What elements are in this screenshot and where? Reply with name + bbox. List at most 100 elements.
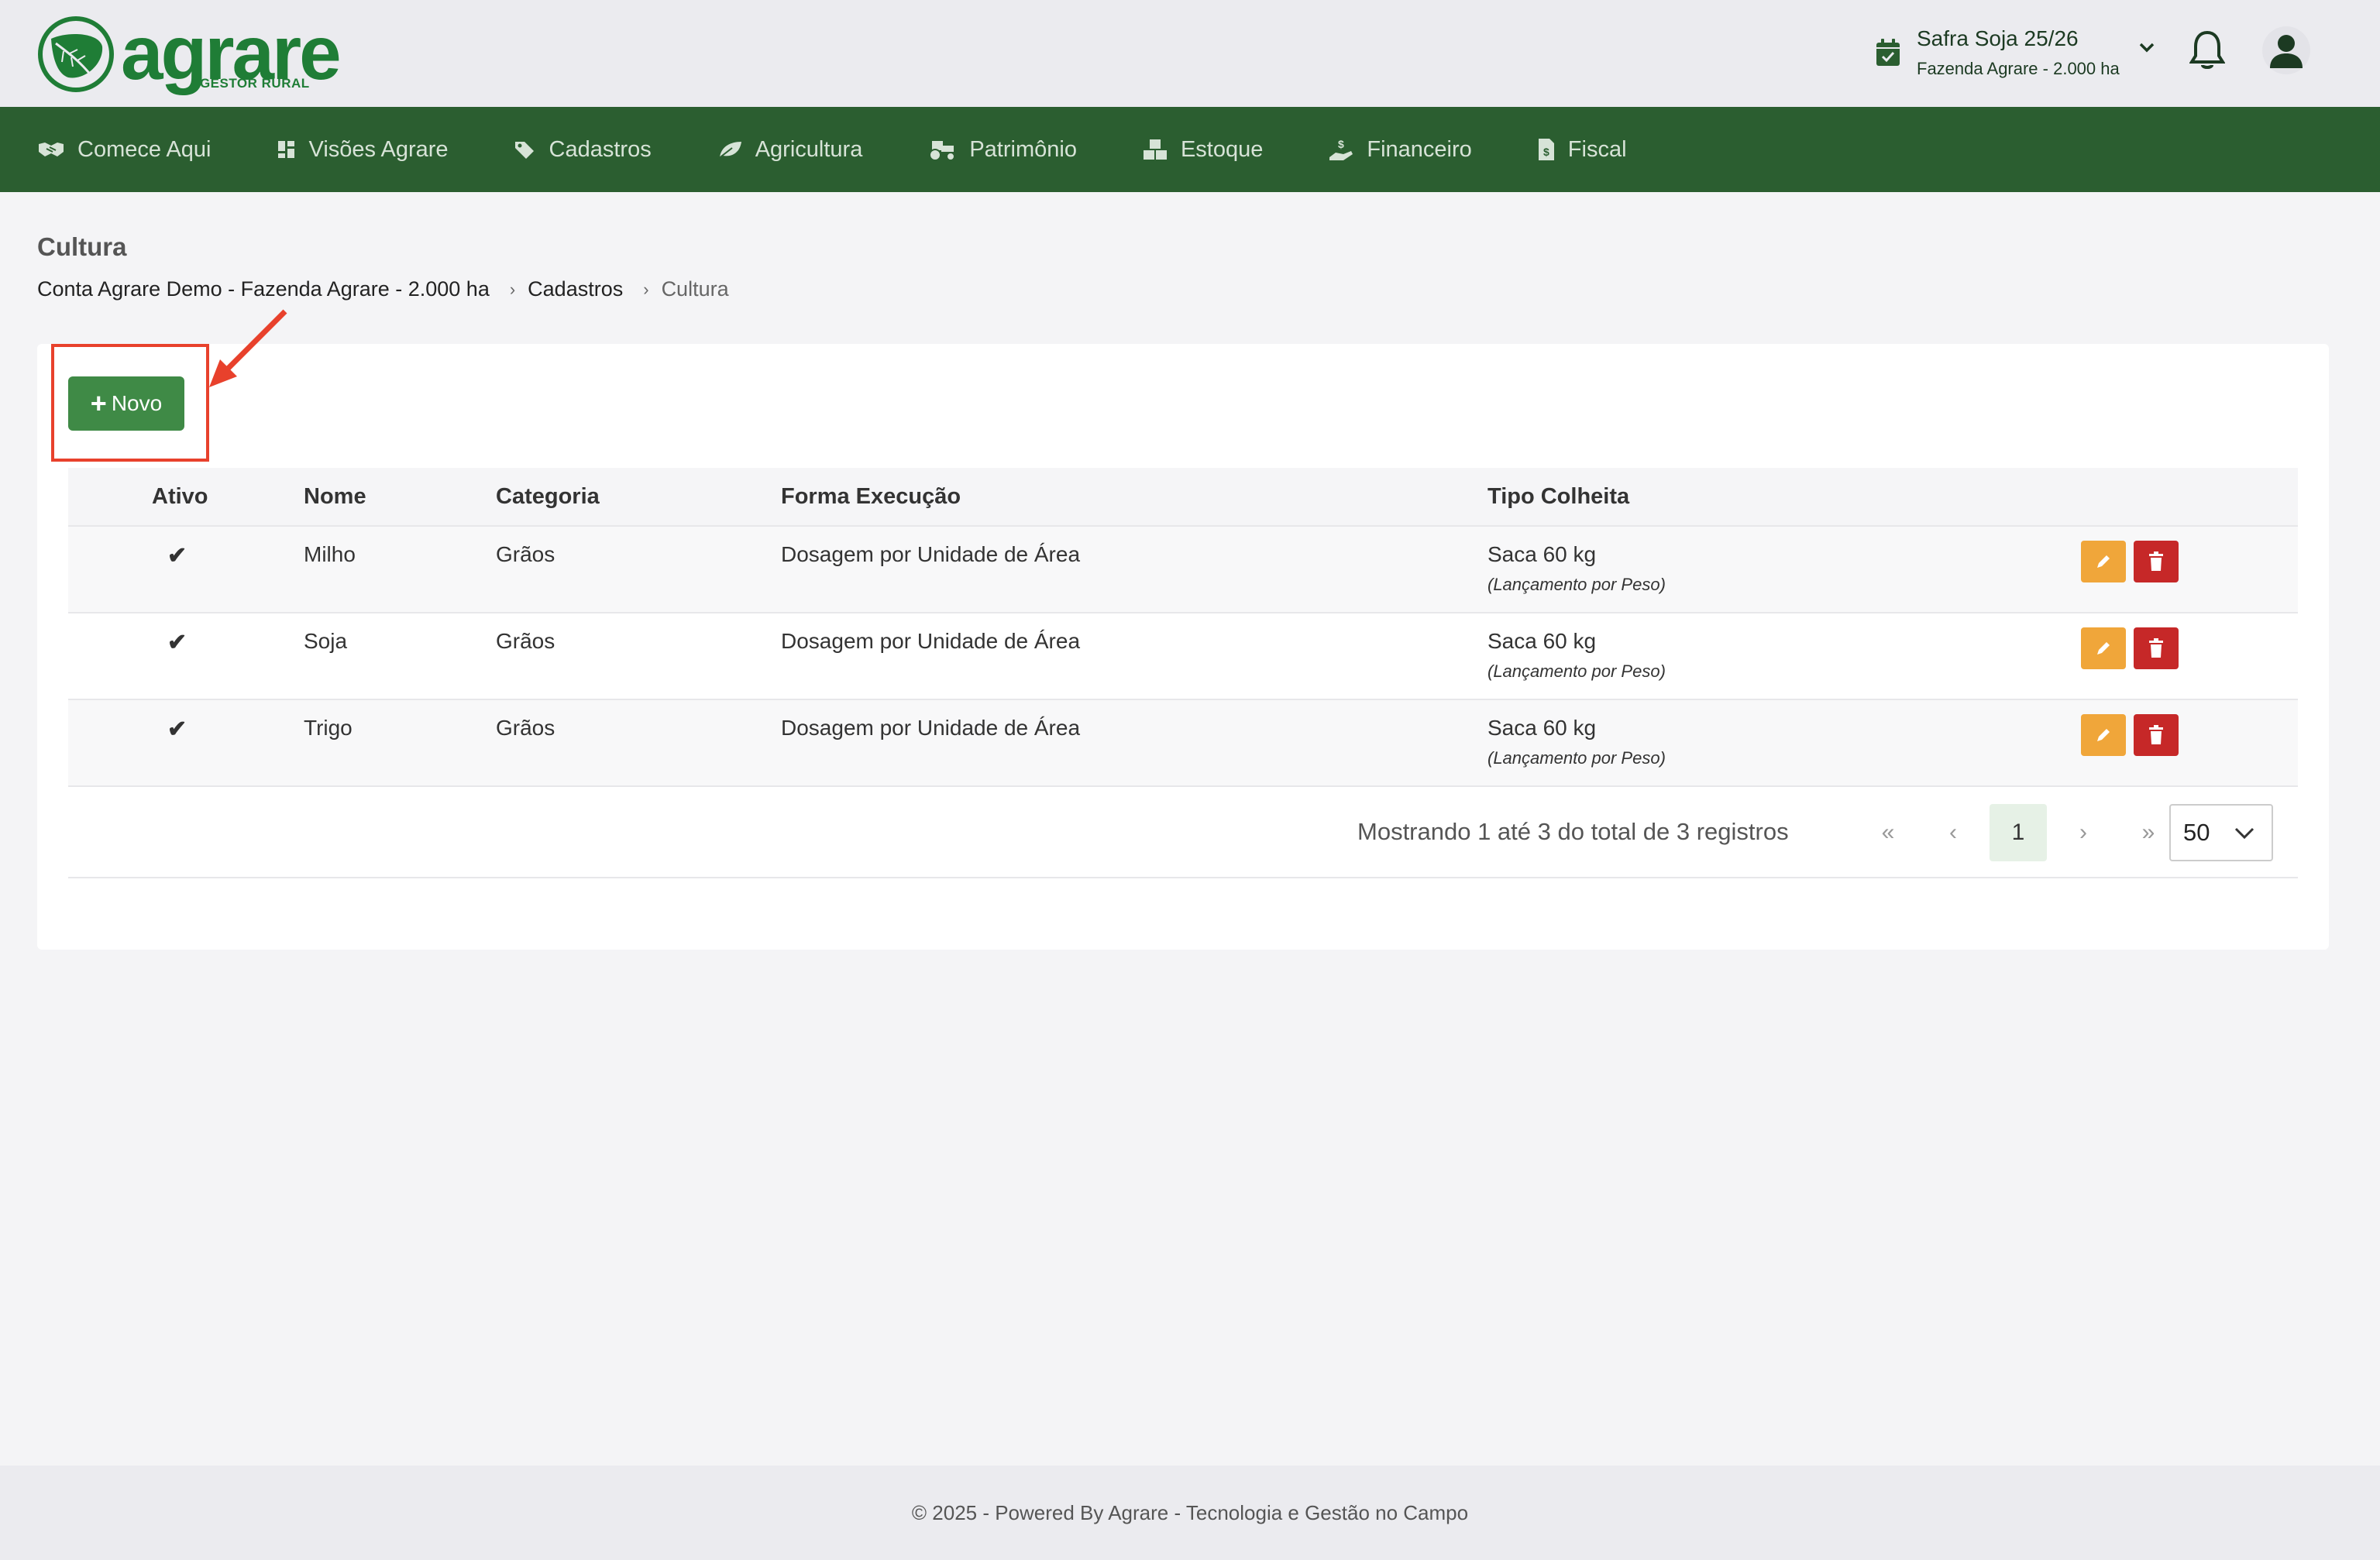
breadcrumb-account[interactable]: Conta Agrare Demo - Fazenda Agrare - 2.0… [37, 277, 490, 301]
user-icon [2270, 35, 2303, 68]
table-row: ✔ Milho Grãos Dosagem por Unidade de Áre… [68, 527, 2298, 613]
trash-icon [2149, 551, 2163, 571]
cell-tipo-colheita-sub: (Lançamento por Peso) [1488, 661, 1666, 681]
pencil-icon [2097, 729, 2110, 741]
page-button-current[interactable]: 1 [1990, 804, 2047, 861]
chevron-right-icon: › [509, 279, 516, 299]
nav-label: Financeiro [1367, 136, 1472, 162]
hand-money-icon: $ [1329, 138, 1353, 160]
safra-title: Safra Soja 25/26 [1917, 26, 2079, 50]
nav-label: Agricultura [755, 136, 863, 162]
notification-bell-icon[interactable] [2189, 29, 2225, 71]
svg-text:$: $ [1338, 138, 1344, 150]
boxes-icon [1143, 139, 1167, 160]
cell-categoria: Grãos [496, 542, 555, 566]
tractor-icon [929, 141, 956, 161]
cell-nome: Soja [304, 629, 348, 653]
cell-tipo-colheita: Saca 60 kg [1488, 542, 1597, 566]
chevron-down-icon [2139, 43, 2154, 53]
cell-forma-execucao: Dosagem por Unidade de Área [781, 542, 1081, 566]
cell-tipo-colheita: Saca 60 kg [1488, 716, 1597, 740]
edit-button[interactable] [2081, 541, 2126, 582]
nav-label: Patrimônio [969, 136, 1077, 162]
column-header-forma-execucao[interactable]: Forma Execução [781, 484, 961, 510]
check-icon: ✔ [167, 716, 187, 742]
nav-label: Estoque [1180, 136, 1264, 162]
logo-wordmark: agrare GESTOR RURAL [121, 15, 342, 93]
calendar-check-icon [1876, 39, 1900, 66]
cell-nome: Milho [304, 542, 356, 566]
nav-label: Cadastros [549, 136, 652, 162]
nav-item-fiscal[interactable]: $ Fiscal [1537, 137, 1627, 163]
next-page-button[interactable]: › [2055, 804, 2112, 861]
main-nav: Comece Aqui Visões Agrare Cadastros Agri… [0, 107, 2380, 192]
breadcrumb: Conta Agrare Demo - Fazenda Agrare - 2.0… [37, 277, 729, 301]
nav-label: Comece Aqui [77, 136, 212, 162]
annotation-arrow-icon [209, 309, 287, 387]
trash-icon [2149, 638, 2163, 658]
cell-categoria: Grãos [496, 716, 555, 740]
footer-text: © 2025 - Powered By Agrare - Tecnologia … [911, 1500, 1469, 1524]
footer: © 2025 - Powered By Agrare - Tecnologia … [0, 1466, 2380, 1560]
prev-page-button[interactable]: ‹ [1924, 804, 1982, 861]
cell-tipo-colheita-sub: (Lançamento por Peso) [1488, 575, 1666, 594]
tag-icon [514, 142, 534, 159]
top-header: agrare GESTOR RURAL Safra Soja 25/26 Faz… [0, 0, 2380, 107]
delete-button[interactable] [2134, 714, 2179, 756]
safra-subtitle: Fazenda Agrare - 2.000 ha [1917, 59, 2120, 78]
nav-item-comece-aqui[interactable]: Comece Aqui [37, 137, 212, 163]
cell-nome: Trigo [304, 716, 353, 740]
content-card: + Novo Ativo Nome Categoria Forma Execuç… [37, 309, 2329, 950]
safra-selector[interactable]: Safra Soja 25/26 Fazenda Agrare - 2.000 … [1875, 22, 2155, 84]
page-title: Cultura [37, 232, 127, 261]
table-row: ✔ Trigo Grãos Dosagem por Unidade de Áre… [68, 700, 2298, 787]
nav-label: Fiscal [1567, 136, 1627, 162]
cell-tipo-colheita: Saca 60 kg [1488, 629, 1597, 653]
first-page-button[interactable]: « [1859, 804, 1917, 861]
column-header-categoria[interactable]: Categoria [496, 484, 600, 510]
nav-item-estoque[interactable]: Estoque [1142, 137, 1263, 163]
check-icon: ✔ [167, 630, 187, 655]
edit-button[interactable] [2081, 627, 2126, 669]
nav-item-agricultura[interactable]: Agricultura [717, 136, 863, 163]
edit-button[interactable] [2081, 714, 2126, 756]
trash-icon [2149, 725, 2163, 744]
nav-item-visoes-agrare[interactable]: Visões Agrare [277, 137, 449, 163]
delete-button[interactable] [2134, 627, 2179, 669]
column-header-tipo-colheita[interactable]: Tipo Colheita [1488, 484, 1629, 510]
pencil-icon [2097, 642, 2110, 655]
cultura-table: Ativo Nome Categoria Forma Execução Tipo… [68, 468, 2298, 878]
agrare-logo[interactable]: agrare GESTOR RURAL [37, 14, 342, 94]
pencil-icon [2097, 555, 2110, 568]
logo-tagline: GESTOR RURAL [199, 76, 310, 91]
delete-button[interactable] [2134, 541, 2179, 582]
handshake-icon [39, 143, 64, 156]
invoice-icon: $ [1538, 139, 1554, 160]
table-body: ✔ Milho Grãos Dosagem por Unidade de Áre… [68, 527, 2298, 787]
table-header: Ativo Nome Categoria Forma Execução Tipo… [68, 468, 2298, 527]
leaf-icon [717, 142, 741, 160]
pagination-info: Mostrando 1 até 3 do total de 3 registro… [1357, 818, 1789, 845]
cell-forma-execucao: Dosagem por Unidade de Área [781, 629, 1081, 653]
chevron-right-icon: › [643, 279, 649, 299]
column-header-ativo[interactable]: Ativo [152, 484, 208, 510]
page-size-select[interactable]: 50 [2169, 804, 2273, 861]
last-page-button[interactable]: » [2120, 804, 2177, 861]
cell-categoria: Grãos [496, 629, 555, 653]
column-header-nome[interactable]: Nome [304, 484, 366, 510]
breadcrumb-current: Cultura [661, 277, 729, 301]
table-row: ✔ Soja Grãos Dosagem por Unidade de Área… [68, 613, 2298, 700]
leaf-logo-icon [38, 16, 114, 92]
nav-item-patrimonio[interactable]: Patrimônio [927, 137, 1077, 163]
chevron-down-icon [2234, 827, 2254, 840]
page-size-value: 50 [2183, 819, 2210, 846]
user-avatar[interactable] [2262, 26, 2310, 74]
cell-forma-execucao: Dosagem por Unidade de Área [781, 716, 1081, 740]
dashboard-icon [277, 141, 294, 158]
nav-item-financeiro[interactable]: $ Financeiro [1328, 136, 1472, 163]
pagination: Mostrando 1 até 3 do total de 3 registro… [68, 787, 2298, 878]
breadcrumb-cadastros[interactable]: Cadastros [528, 277, 623, 301]
nav-label: Visões Agrare [308, 136, 449, 162]
nav-item-cadastros[interactable]: Cadastros [514, 137, 652, 163]
cell-tipo-colheita-sub: (Lançamento por Peso) [1488, 748, 1666, 768]
